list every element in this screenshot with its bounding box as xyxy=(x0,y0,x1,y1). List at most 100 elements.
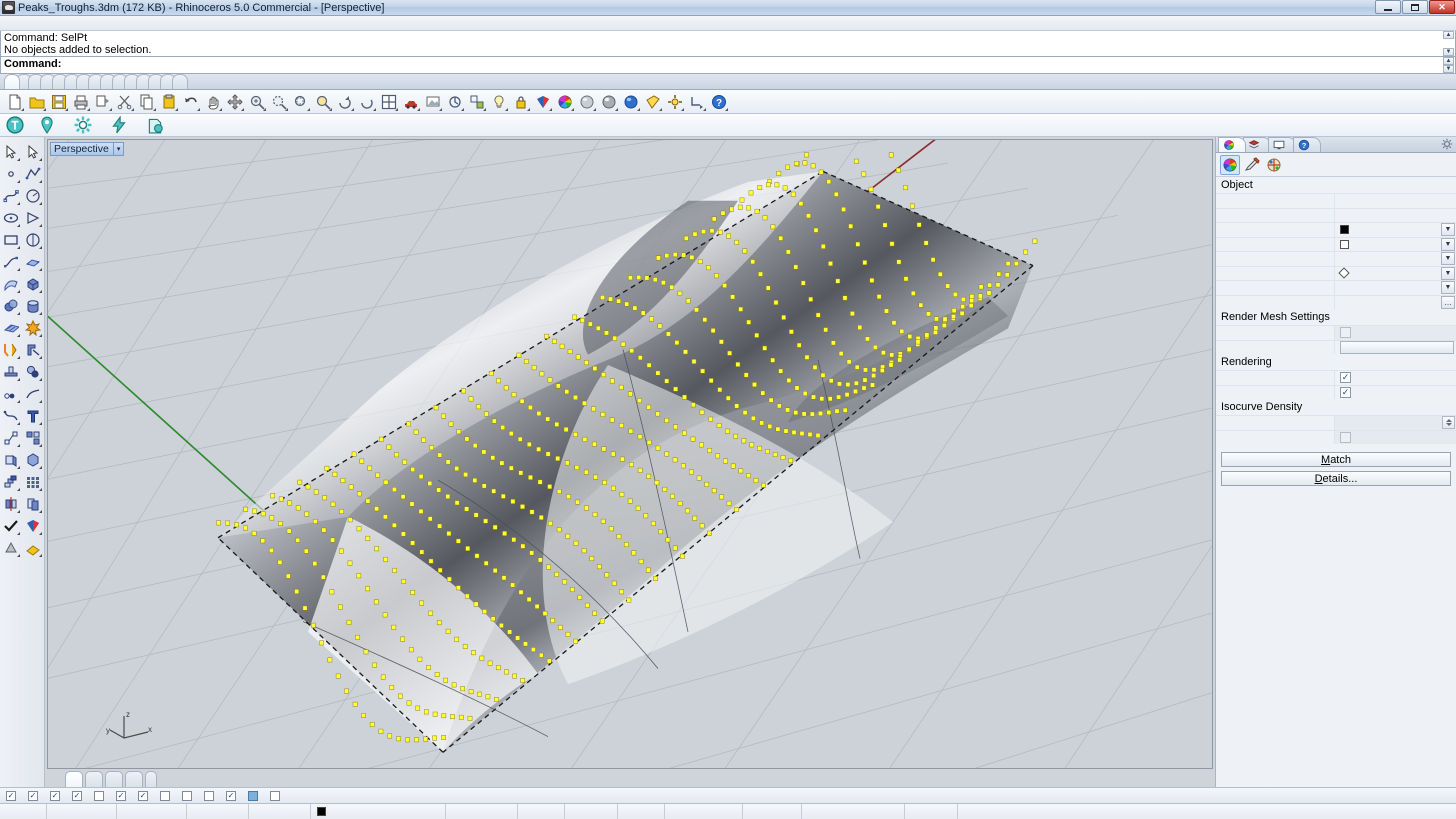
toolbar-button-named-cplane[interactable] xyxy=(686,91,707,112)
sidebar-tool-extend[interactable] xyxy=(22,383,43,404)
osnap-perp-checkbox[interactable]: ✓ xyxy=(138,791,148,801)
osnap-end-checkbox[interactable]: ✓ xyxy=(6,791,16,801)
sidebar-tool-cylinder[interactable] xyxy=(22,295,43,316)
osnap-int[interactable]: ✓ xyxy=(116,791,129,801)
toolbar-tab-new in v5[interactable] xyxy=(172,74,188,89)
toolbar-button-options-gear[interactable] xyxy=(664,91,685,112)
status-toggle-record-history[interactable] xyxy=(802,804,905,819)
osnap-project[interactable] xyxy=(248,791,261,801)
osnap-int-checkbox[interactable]: ✓ xyxy=(116,791,126,801)
cmd-scroll-down-arrow[interactable]: ▼ xyxy=(1443,65,1454,73)
toolbar-button-render-car[interactable] xyxy=(400,91,421,112)
sidebar-tool-surface-sweep[interactable] xyxy=(0,273,21,294)
perspective-viewport[interactable]: Perspective ▾ y z x xyxy=(47,139,1213,769)
sidebar-tool-cage-edit[interactable] xyxy=(22,449,43,470)
panel-options-gear-icon[interactable] xyxy=(1441,138,1453,150)
sidebar-tool-surface-from-points[interactable] xyxy=(22,251,43,272)
status-layer[interactable] xyxy=(311,804,446,819)
sidebar-tool-trim[interactable] xyxy=(22,339,43,360)
panel-tab-display[interactable] xyxy=(1268,137,1296,152)
toolbar-button-render-preview[interactable] xyxy=(422,91,443,112)
toolbar-button-light-bulb[interactable] xyxy=(488,91,509,112)
osnap-cen[interactable] xyxy=(94,791,107,801)
sidebar-tool-unroll[interactable] xyxy=(0,449,21,470)
command-line-scroll[interactable]: ▲ ▼ xyxy=(1443,57,1454,73)
cmd-scroll-up-arrow[interactable]: ▲ xyxy=(1443,57,1454,65)
sidebar-tool-curve-blend[interactable] xyxy=(0,251,21,272)
toolbar-button-save[interactable] xyxy=(48,91,69,112)
viewport-tab-top[interactable] xyxy=(85,771,103,787)
panel-tab-help[interactable]: ? xyxy=(1293,137,1321,152)
sidebar-tool-explode[interactable] xyxy=(22,317,43,338)
sidebar-tool-block[interactable] xyxy=(22,427,43,448)
property-value-display-color[interactable]: ▼ xyxy=(1334,238,1456,252)
osnap-point[interactable]: ✓ xyxy=(50,791,63,801)
viewport-title[interactable]: Perspective ▾ xyxy=(50,142,124,156)
details-button[interactable]: Details... xyxy=(1221,471,1451,486)
property-value-casts-shadows[interactable]: ✓ xyxy=(1334,371,1456,385)
toolbar-button-copy-to-clipboard[interactable] xyxy=(92,91,113,112)
sidebar-tool-blend-curve[interactable] xyxy=(0,405,21,426)
toolbar-button-color-wheel[interactable] xyxy=(554,91,575,112)
sidebar-tool-copy-transform[interactable] xyxy=(22,493,43,514)
property-value-hyperlink[interactable]: … xyxy=(1334,296,1456,310)
plugin-button-project[interactable] xyxy=(38,116,60,134)
plugin-button-simulate[interactable] xyxy=(110,116,132,134)
status-toggle-planar[interactable] xyxy=(565,804,618,819)
hyperlink-browse-button[interactable]: … xyxy=(1441,296,1455,309)
toolbar-button-new-file[interactable] xyxy=(4,91,25,112)
status-toggle-gumball[interactable] xyxy=(743,804,802,819)
properties-mode-texture-mapping[interactable] xyxy=(1264,155,1284,175)
status-toggle-smarttrack[interactable] xyxy=(665,804,743,819)
property-value-print-width[interactable]: ▼ xyxy=(1334,281,1456,295)
toolbar-button-ghosted[interactable] xyxy=(642,91,663,112)
receives-shadows-checkbox[interactable]: ✓ xyxy=(1340,387,1351,398)
sidebar-tool-group[interactable] xyxy=(0,427,21,448)
property-value-print-color[interactable]: ▼ xyxy=(1334,267,1456,281)
toolbar-button-print[interactable] xyxy=(70,91,91,112)
osnap-tan-checkbox[interactable] xyxy=(160,791,170,801)
toolbar-button-undo[interactable] xyxy=(180,91,201,112)
property-value-density[interactable] xyxy=(1334,416,1456,430)
toolbar-button-cut-scissors[interactable] xyxy=(114,91,135,112)
toolbar-button-zoom-out[interactable] xyxy=(268,91,289,112)
toolbar-button-paste[interactable] xyxy=(158,91,179,112)
toolbar-button-properties[interactable] xyxy=(466,91,487,112)
custom-mesh-checkbox[interactable] xyxy=(1340,327,1351,338)
maximize-button[interactable] xyxy=(1402,0,1428,14)
add-viewport-tab-button[interactable] xyxy=(145,771,157,787)
osnap-tan[interactable] xyxy=(160,791,173,801)
sidebar-tool-shade[interactable] xyxy=(22,515,43,536)
toolbar-button-move[interactable] xyxy=(224,91,245,112)
osnap-disable[interactable] xyxy=(270,791,283,801)
toolbar-button-shaded-sphere[interactable] xyxy=(576,91,597,112)
scroll-up-arrow[interactable]: ▲ xyxy=(1443,31,1454,39)
osnap-near-checkbox[interactable]: ✓ xyxy=(28,791,38,801)
command-prompt[interactable]: Command: ▲ ▼ xyxy=(0,57,1456,74)
sidebar-tool-control-point-curve[interactable] xyxy=(0,185,21,206)
property-value-linetype[interactable]: ▼ xyxy=(1334,252,1456,266)
status-units[interactable] xyxy=(249,804,311,819)
sidebar-tool-point[interactable] xyxy=(0,163,21,184)
osnap-quad[interactable] xyxy=(182,791,195,801)
plugin-button-building settings[interactable] xyxy=(74,116,96,134)
status-toggle-osnap[interactable] xyxy=(618,804,665,819)
minimize-button[interactable] xyxy=(1375,0,1401,14)
toolbar-button-open-folder[interactable] xyxy=(26,91,47,112)
sidebar-tool-boolean-union[interactable] xyxy=(0,295,21,316)
property-value-custom-mesh[interactable] xyxy=(1334,326,1456,340)
property-value-settings[interactable] xyxy=(1334,341,1456,355)
sidebar-tool-text[interactable] xyxy=(22,405,43,426)
osnap-mid[interactable]: ✓ xyxy=(72,791,85,801)
osnap-knot-checkbox[interactable] xyxy=(204,791,214,801)
osnap-project-checkbox[interactable] xyxy=(248,791,258,801)
sidebar-tool-offset[interactable] xyxy=(0,383,21,404)
scroll-down-arrow[interactable]: ▼ xyxy=(1443,48,1454,56)
sidebar-tool-fillet[interactable] xyxy=(0,339,21,360)
plugin-button-vasari[interactable] xyxy=(6,116,24,134)
status-toggle-filter[interactable] xyxy=(905,804,958,819)
toolbar-button-help[interactable]: ? xyxy=(708,91,729,112)
sidebar-tool-box[interactable] xyxy=(22,273,43,294)
toolbar-button-zoom-extents[interactable] xyxy=(334,91,355,112)
property-value-receives-shadows[interactable]: ✓ xyxy=(1334,386,1456,400)
